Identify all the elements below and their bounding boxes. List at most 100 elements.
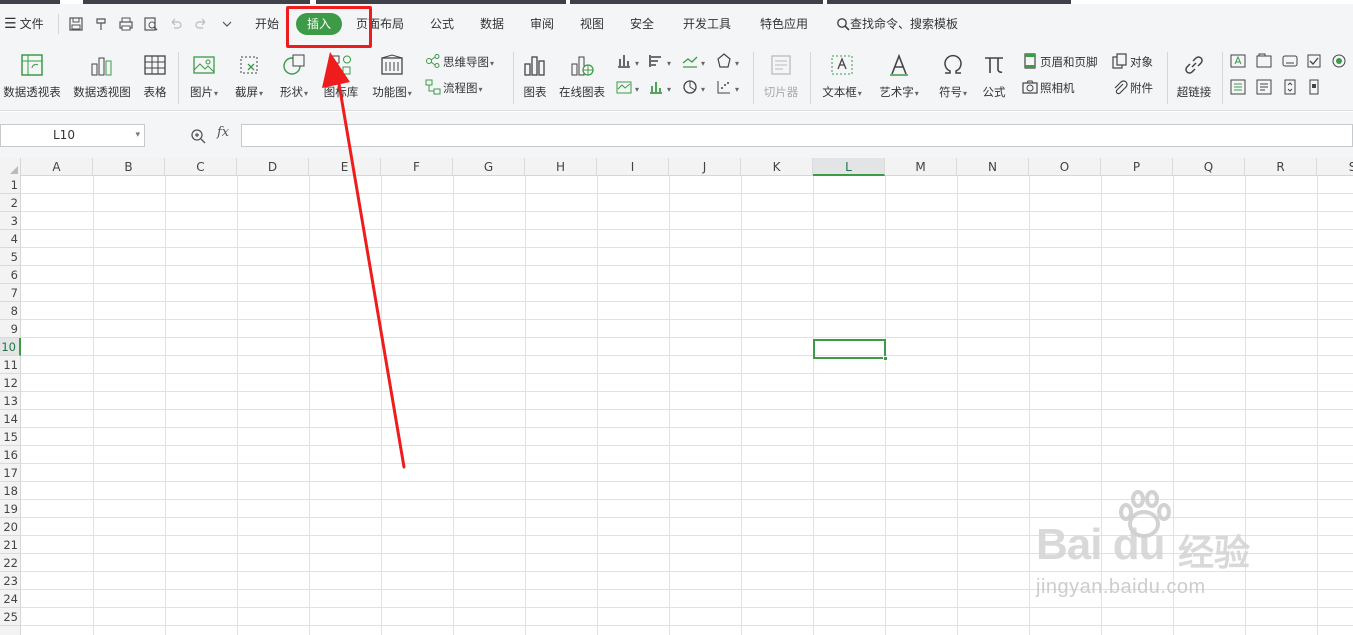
form-radio-button[interactable] xyxy=(1331,52,1349,72)
column-header-s[interactable]: S xyxy=(1317,158,1353,176)
line-chart-button[interactable]: ▾ xyxy=(682,52,705,72)
column-header-r[interactable]: R xyxy=(1245,158,1317,176)
table-button[interactable]: 表格 xyxy=(140,48,170,104)
form-combobox-button[interactable] xyxy=(1256,78,1274,98)
column-header-d[interactable]: D xyxy=(237,158,309,176)
mind-map-button[interactable]: 思维导图▾ xyxy=(425,52,494,72)
row-header-12[interactable]: 12 xyxy=(0,374,21,392)
undo-icon[interactable] xyxy=(168,16,184,32)
formula-button[interactable]: 公式 xyxy=(978,48,1010,104)
column-header-f[interactable]: F xyxy=(381,158,453,176)
select-all-corner[interactable] xyxy=(0,158,21,176)
function-chart-button[interactable]: 功能图▾ xyxy=(368,48,416,104)
column-header-b[interactable]: B xyxy=(93,158,165,176)
column-header-k[interactable]: K xyxy=(741,158,813,176)
attachment-button[interactable]: 附件 xyxy=(1112,78,1153,98)
row-header-18[interactable]: 18 xyxy=(0,482,21,500)
column-header-l[interactable]: L xyxy=(813,158,885,176)
online-chart-button[interactable]: 在线图表 xyxy=(556,48,608,104)
column-header-c[interactable]: C xyxy=(165,158,237,176)
pivot-table-button[interactable]: 数据透视表 xyxy=(0,48,64,104)
row-header-23[interactable]: 23 xyxy=(0,572,21,590)
hyperlink-button[interactable]: 超链接 xyxy=(1174,48,1214,104)
row-header-10[interactable]: 10 xyxy=(0,338,21,356)
flowchart-button[interactable]: 流程图▾ xyxy=(425,78,483,98)
tab-special-apps[interactable]: 特色应用 xyxy=(760,4,808,44)
textbox-button[interactable]: 文本框▾ xyxy=(818,48,866,104)
camera-button[interactable]: 照相机 xyxy=(1022,78,1075,98)
column-header-e[interactable]: E xyxy=(309,158,381,176)
column-header-h[interactable]: H xyxy=(525,158,597,176)
redo-icon[interactable] xyxy=(193,16,209,32)
row-header-22[interactable]: 22 xyxy=(0,554,21,572)
active-cell[interactable] xyxy=(813,339,888,361)
form-spinner-button[interactable] xyxy=(1282,78,1300,98)
form-scrollbar-button[interactable] xyxy=(1306,78,1324,98)
column-header-p[interactable]: P xyxy=(1101,158,1173,176)
row-header-19[interactable]: 19 xyxy=(0,500,21,518)
row-header-4[interactable]: 4 xyxy=(0,230,21,248)
column-header-a[interactable]: A xyxy=(21,158,93,176)
row-header-5[interactable]: 5 xyxy=(0,248,21,266)
cell-area[interactable] xyxy=(21,176,1353,635)
form-group-button[interactable] xyxy=(1256,52,1274,72)
row-header-16[interactable]: 16 xyxy=(0,446,21,464)
row-header-9[interactable]: 9 xyxy=(0,320,21,338)
wordart-button[interactable]: 艺术字▾ xyxy=(875,48,923,104)
row-header-21[interactable]: 21 xyxy=(0,536,21,554)
row-header-17[interactable]: 17 xyxy=(0,464,21,482)
radar-chart-button[interactable]: ▾ xyxy=(716,52,739,72)
screenshot-button[interactable]: 截屏▾ xyxy=(230,48,268,104)
tab-security[interactable]: 安全 xyxy=(630,4,654,44)
pie-chart-button[interactable]: ▾ xyxy=(682,78,705,98)
command-search[interactable]: 查找命令、搜索模板 xyxy=(836,4,958,44)
scatter-chart-button[interactable]: ▾ xyxy=(716,78,739,98)
insert-function-button[interactable]: fx xyxy=(217,125,229,140)
icon-library-button[interactable]: 图标库 xyxy=(320,48,362,104)
column-header-o[interactable]: O xyxy=(1029,158,1101,176)
row-header-11[interactable]: 11 xyxy=(0,356,21,374)
header-footer-button[interactable]: 页眉和页脚 xyxy=(1022,52,1098,72)
tab-review[interactable]: 审阅 xyxy=(530,4,554,44)
row-header-1[interactable]: 1 xyxy=(0,176,21,194)
column-header-g[interactable]: G xyxy=(453,158,525,176)
picture-button[interactable]: 图片▾ xyxy=(185,48,223,104)
zoom-icon[interactable] xyxy=(190,128,206,144)
row-header-2[interactable]: 2 xyxy=(0,194,21,212)
slicer-button[interactable]: 切片器 xyxy=(760,48,802,104)
tab-formulas[interactable]: 公式 xyxy=(430,4,454,44)
column-header-m[interactable]: M xyxy=(885,158,957,176)
bar-chart-button[interactable]: ▾ xyxy=(648,52,671,72)
save-icon[interactable] xyxy=(68,16,84,32)
row-header-8[interactable]: 8 xyxy=(0,302,21,320)
object-button[interactable]: 对象 xyxy=(1112,52,1153,72)
column-header-n[interactable]: N xyxy=(957,158,1029,176)
row-header-3[interactable]: 3 xyxy=(0,212,21,230)
customize-toolbar-icon[interactable] xyxy=(219,16,235,32)
chart-button[interactable]: 图表 xyxy=(520,48,550,104)
form-button-control[interactable] xyxy=(1282,52,1300,72)
tab-developer[interactable]: 开发工具 xyxy=(683,4,731,44)
row-header-13[interactable]: 13 xyxy=(0,392,21,410)
symbol-button[interactable]: 符号▾ xyxy=(934,48,972,104)
stock-chart-button[interactable]: ▾ xyxy=(648,78,671,98)
shape-button[interactable]: 形状▾ xyxy=(275,48,313,104)
print-preview-icon[interactable] xyxy=(143,16,159,32)
tab-view[interactable]: 视图 xyxy=(580,4,604,44)
name-box[interactable]: L10 ▾ xyxy=(0,124,145,147)
column-header-i[interactable]: I xyxy=(597,158,669,176)
tab-data[interactable]: 数据 xyxy=(480,4,504,44)
row-header-15[interactable]: 15 xyxy=(0,428,21,446)
column-chart-button[interactable]: ▾ xyxy=(616,52,639,72)
row-header-6[interactable]: 6 xyxy=(0,266,21,284)
column-header-q[interactable]: Q xyxy=(1173,158,1245,176)
row-header-7[interactable]: 7 xyxy=(0,284,21,302)
form-checkbox-button[interactable] xyxy=(1306,52,1324,72)
pivot-chart-button[interactable]: 数据透视图 xyxy=(70,48,134,104)
fill-handle[interactable] xyxy=(883,356,888,361)
row-header-14[interactable]: 14 xyxy=(0,410,21,428)
row-header-24[interactable]: 24 xyxy=(0,590,21,608)
print-icon[interactable] xyxy=(118,16,134,32)
area-chart-button[interactable]: ▾ xyxy=(616,78,639,98)
format-painter-icon[interactable] xyxy=(94,16,110,32)
